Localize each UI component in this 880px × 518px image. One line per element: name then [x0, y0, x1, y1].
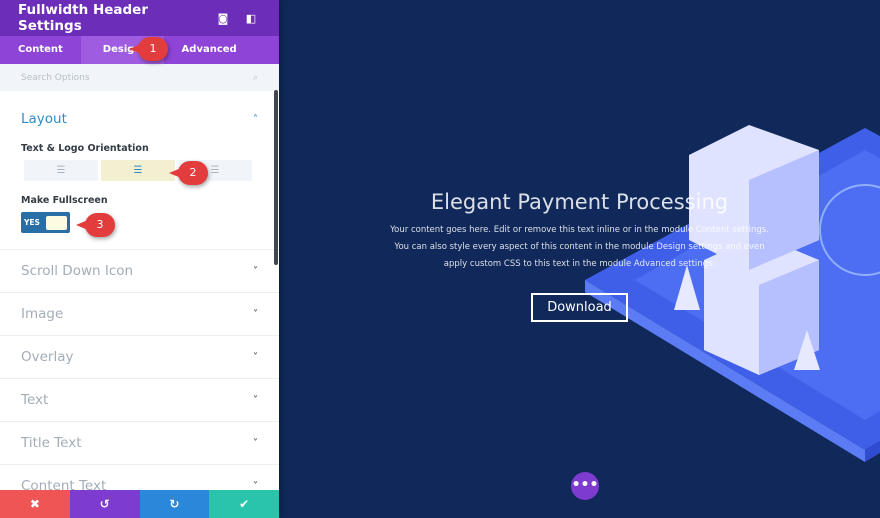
chevron-up-icon: ˄	[253, 113, 258, 125]
chevron-down-icon: ˅	[253, 351, 258, 363]
header-body: Your content goes here. Edit or remove t…	[390, 225, 769, 269]
orientation-center-button[interactable]: ☰	[101, 160, 175, 181]
fullscreen-toggle[interactable]: YES	[21, 212, 70, 233]
toggle-value: YES	[24, 218, 40, 227]
panel-footer: ✖ ↺ ↻ ✔	[0, 490, 279, 518]
fullscreen-label: Make Fullscreen	[21, 195, 108, 206]
section-title: Text	[21, 392, 49, 408]
orientation-left-button[interactable]: ☰	[24, 160, 98, 181]
callout-3: 3	[76, 213, 115, 237]
panel-title: Fullwidth Header Settings	[18, 2, 148, 34]
section-title: Overlay	[21, 349, 74, 365]
callout-1: 1	[129, 37, 168, 61]
section-overlay[interactable]: Overlay ˅	[0, 336, 279, 379]
callout-2: 2	[169, 161, 208, 185]
section-layout: Layout ˄ Text & Logo Orientation ☰ ☰ ☰ Ma…	[0, 91, 279, 250]
fullscreen-icon[interactable]: ◙	[213, 12, 233, 25]
section-text[interactable]: Text ˅	[0, 379, 279, 422]
settings-panel: Fullwidth Header Settings ◙ ◧ Content De…	[0, 0, 279, 518]
toggle-knob	[45, 215, 67, 230]
chevron-down-icon: ˅	[253, 394, 258, 406]
tab-advanced[interactable]: Advanced	[164, 36, 255, 64]
section-title: Layout	[21, 111, 67, 127]
search-input[interactable]: Search Options ⌕	[0, 64, 279, 91]
section-title: Scroll Down Icon	[21, 263, 134, 279]
search-icon: ⌕	[252, 72, 258, 83]
download-button[interactable]: Download	[531, 293, 628, 322]
chevron-down-icon: ˅	[253, 308, 258, 320]
chevron-down-icon: ˅	[253, 265, 258, 277]
section-title: Image	[21, 306, 64, 322]
tab-content[interactable]: Content	[0, 36, 81, 64]
panel-header: Fullwidth Header Settings ◙ ◧	[0, 0, 279, 36]
undo-button[interactable]: ↺	[69, 490, 140, 518]
sidebar-toggle-icon[interactable]: ◧	[241, 12, 261, 25]
panel-scrollbar[interactable]	[274, 90, 278, 265]
orientation-label: Text & Logo Orientation	[21, 143, 149, 154]
save-button[interactable]: ✔	[209, 490, 279, 518]
section-title: Title Text	[21, 435, 82, 451]
orientation-selector: ☰ ☰ ☰	[24, 160, 255, 181]
header-title: Elegant Payment Processing	[430, 190, 729, 214]
redo-button[interactable]: ↻	[139, 490, 210, 518]
chevron-down-icon: ˅	[253, 437, 258, 449]
discard-button[interactable]: ✖	[0, 490, 70, 518]
more-options-button[interactable]: •••	[571, 472, 599, 500]
section-scroll-down-icon[interactable]: Scroll Down Icon ˅	[0, 250, 279, 293]
fullwidth-header-preview: Elegant Payment Processing Your content …	[279, 0, 880, 518]
header-content: Elegant Payment Processing Your content …	[279, 190, 880, 322]
section-title-text[interactable]: Title Text ˅	[0, 422, 279, 465]
section-image[interactable]: Image ˅	[0, 293, 279, 336]
section-header-layout[interactable]: Layout ˄	[0, 91, 279, 143]
search-placeholder: Search Options	[21, 72, 90, 83]
